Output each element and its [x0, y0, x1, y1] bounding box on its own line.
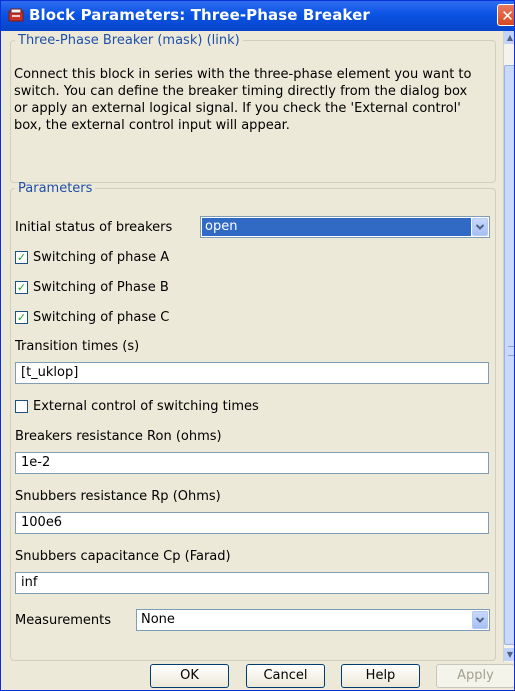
mask-legend: Three-Phase Breaker (mask) (link): [18, 33, 240, 48]
ron-label: Breakers resistance Ron (ohms): [15, 429, 222, 444]
initial-status-select[interactable]: open: [200, 216, 490, 238]
apply-button[interactable]: Apply: [436, 664, 514, 688]
close-button[interactable]: ✕: [497, 4, 514, 26]
dialog-content: Three-Phase Breaker (mask) (link) Connec…: [4, 31, 502, 662]
switch-phase-b-label[interactable]: Switching of Phase B: [33, 280, 169, 295]
initial-status-value: open: [202, 218, 471, 236]
simulink-block-icon: [8, 8, 24, 22]
switch-phase-a-label[interactable]: Switching of phase A: [33, 250, 169, 265]
chevron-down-icon[interactable]: [472, 218, 488, 236]
mask-description: Connect this block in series with the th…: [14, 67, 472, 133]
transition-times-field[interactable]: [t_uklop]: [15, 362, 489, 384]
measurements-value: None: [141, 612, 175, 627]
checkmark-icon: ✓: [16, 251, 27, 264]
window-title: Block Parameters: Three-Phase Breaker: [29, 6, 370, 24]
cp-label: Snubbers capacitance Cp (Farad): [15, 549, 231, 564]
scroll-down-arrow-icon[interactable]: ▼: [504, 648, 514, 661]
rp-label: Snubbers resistance Rp (Ohms): [15, 489, 221, 504]
scroll-up-arrow-icon[interactable]: ▲: [504, 31, 514, 44]
cancel-button[interactable]: Cancel: [246, 664, 325, 688]
ron-field[interactable]: 1e-2: [15, 452, 489, 474]
checkmark-icon: ✓: [16, 281, 27, 294]
measurements-label: Measurements: [15, 613, 112, 628]
transition-times-label: Transition times (s): [15, 339, 140, 354]
initial-status-label: Initial status of breakers: [15, 220, 173, 235]
title-bar[interactable]: Block Parameters: Three-Phase Breaker ✕: [1, 1, 514, 31]
switch-phase-a-checkbox[interactable]: ✓: [15, 251, 28, 264]
switch-phase-b-checkbox[interactable]: ✓: [15, 281, 28, 294]
measurements-select[interactable]: None: [136, 609, 490, 631]
vertical-scrollbar[interactable]: ▲ ▼: [503, 31, 514, 662]
help-button[interactable]: Help: [341, 664, 420, 688]
scrollbar-thumb[interactable]: [504, 65, 514, 645]
dialog-window: Block Parameters: Three-Phase Breaker ✕ …: [0, 0, 515, 691]
checkmark-icon: ✓: [16, 311, 27, 324]
ok-button[interactable]: OK: [150, 664, 229, 688]
chevron-down-icon[interactable]: [472, 611, 488, 629]
external-control-checkbox[interactable]: [15, 400, 28, 413]
rp-field[interactable]: 100e6: [15, 512, 489, 534]
cp-field[interactable]: inf: [15, 572, 489, 594]
switch-phase-c-checkbox[interactable]: ✓: [15, 311, 28, 324]
switch-phase-c-label[interactable]: Switching of phase C: [33, 310, 169, 325]
grip-icon: [508, 346, 514, 356]
parameters-legend: Parameters: [18, 181, 93, 196]
external-control-label[interactable]: External control of switching times: [33, 399, 259, 414]
close-icon: ✕: [501, 7, 514, 25]
